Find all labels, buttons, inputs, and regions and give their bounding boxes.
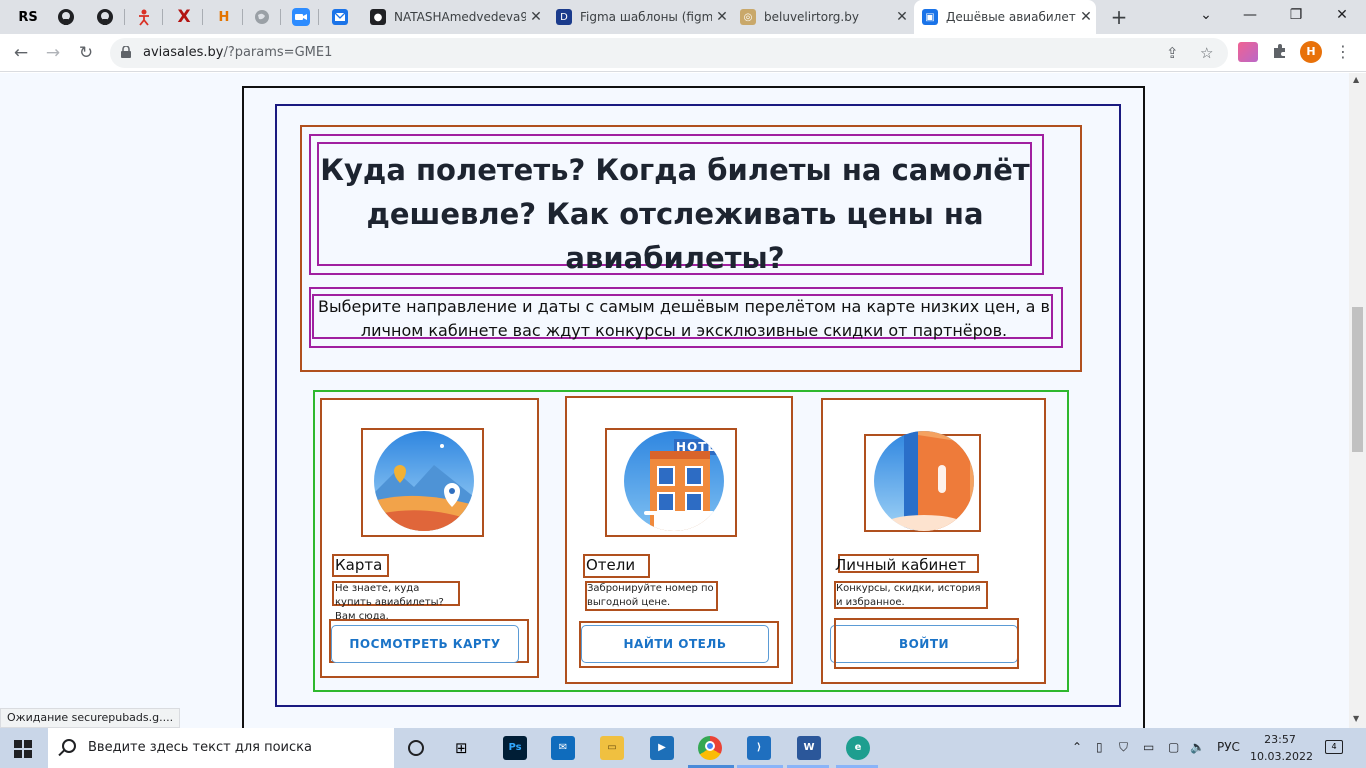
extensions-puzzle-icon[interactable] [1271, 42, 1291, 62]
tray-chevron-icon[interactable]: ⌃ [1072, 740, 1082, 754]
card-desc-account: Конкурсы, скидки, история и избранное. [836, 583, 981, 608]
pinned-tab-rs[interactable]: RS [14, 5, 42, 29]
taskbar: Введите здесь текст для поиска ⊞ Ps ✉ ▭ … [0, 728, 1366, 768]
pinned-tab-mail[interactable] [326, 5, 354, 29]
pinned-tab-x[interactable]: X [170, 5, 198, 29]
jewelry-store-icon: ◎ [740, 9, 756, 25]
tab-strip: RS X H ● NATASHAmedvedeva9 ✕ D Figma шаб… [0, 0, 1366, 34]
tab-aviasales[interactable]: ▣ Дешёвые авиабилет ✕ [914, 0, 1096, 34]
taskbar-search-input[interactable]: Введите здесь текст для поиска [48, 728, 394, 768]
video-camera-icon [292, 8, 310, 26]
cortana-icon[interactable] [408, 740, 424, 756]
media-player-icon[interactable]: ▶ [650, 736, 674, 760]
pinned-tab-figure[interactable] [130, 5, 158, 29]
pinned-tab-globe[interactable] [248, 5, 276, 29]
battery-icon[interactable]: ▭ [1143, 740, 1154, 754]
minimize-icon[interactable]: — [1230, 4, 1270, 26]
card-title-account: Личный кабинет [835, 556, 967, 574]
tab-separator [162, 9, 163, 25]
extension-icon[interactable] [1238, 42, 1258, 62]
mail-app-icon[interactable]: ✉ [551, 736, 575, 760]
lock-icon [121, 46, 131, 58]
tab-separator [202, 9, 203, 25]
scroll-up-icon[interactable]: ▲ [1353, 75, 1359, 84]
card-title-hotels: Отели [586, 556, 636, 574]
word-app-icon[interactable]: W [797, 736, 821, 760]
page-viewport: Куда полететь? Когда билеты на самолёт д… [0, 73, 1366, 728]
restore-icon[interactable]: ❐ [1276, 4, 1316, 26]
hotel-icon: HOTE [624, 431, 724, 531]
tab-search-chevron-icon[interactable]: ⌄ [1186, 4, 1226, 26]
card-desc-hotels: Забронируйте номер по выгодной цене. [587, 583, 714, 608]
close-tab-icon[interactable]: ✕ [1076, 9, 1096, 25]
view-map-button[interactable]: ПОСМОТРЕТЬ КАРТУ [331, 625, 519, 663]
volume-icon[interactable]: 🔈 [1190, 740, 1205, 754]
pinned-tab-github-2[interactable] [91, 5, 119, 29]
scrollbar-thumb[interactable] [1352, 307, 1363, 452]
hotel-sign-text: HOTE [676, 440, 717, 454]
search-icon [62, 739, 76, 753]
page-scrollbar[interactable]: ▲ ▼ [1349, 73, 1366, 728]
tab-separator [242, 9, 243, 25]
find-hotel-button[interactable]: НАЙТИ ОТЕЛЬ [581, 625, 769, 663]
tab-separator [280, 9, 281, 25]
chrome-app-icon[interactable] [698, 736, 722, 760]
person-figure-icon [139, 9, 149, 26]
forward-icon[interactable]: → [40, 40, 66, 66]
bookmark-star-icon[interactable]: ☆ [1200, 44, 1213, 62]
new-tab-button[interactable]: + [1108, 6, 1130, 28]
aviasales-icon: ▣ [922, 9, 938, 25]
edge-app-icon[interactable]: e [846, 736, 870, 760]
figma-templates-icon: D [556, 9, 572, 25]
card-desc-map: Не знаете, куда купить авиабилеты? Вам с… [335, 583, 444, 622]
pinned-tab-zoom[interactable] [287, 5, 315, 29]
tab-beluvelirtorg[interactable]: ◎ beluvelirtorg.by ✕ [732, 0, 912, 34]
defender-shield-icon[interactable]: ⛉ [1119, 740, 1128, 755]
card-title-map: Карта [335, 556, 383, 574]
door-icon [874, 431, 974, 531]
language-indicator[interactable]: РУС [1217, 740, 1240, 754]
share-icon[interactable]: ⇪ [1166, 44, 1179, 62]
tab-separator [318, 9, 319, 25]
pinned-tab-h[interactable]: H [210, 5, 238, 29]
reload-icon[interactable]: ↻ [73, 40, 99, 66]
mail-icon [332, 9, 348, 25]
hero-title: Куда полететь? Когда билеты на самолёт д… [320, 153, 1030, 275]
back-icon[interactable]: ← [8, 40, 34, 66]
tab-figma[interactable]: D Figma шаблоны (figm ✕ [548, 0, 732, 34]
close-tab-icon[interactable]: ✕ [712, 9, 732, 25]
address-bar[interactable]: aviasales.by/?params=GME1 ⇪ ☆ [110, 38, 1228, 68]
globe-icon [255, 10, 269, 24]
profile-avatar[interactable]: H [1300, 41, 1322, 63]
github-icon [97, 9, 113, 25]
browser-toolbar: ← → ↻ aviasales.by/?params=GME1 ⇪ ☆ [0, 34, 1366, 72]
vscode-app-icon[interactable]: ⟩ [747, 736, 771, 760]
photoshop-app-icon[interactable]: Ps [503, 736, 527, 760]
network-icon[interactable]: ▢ [1168, 740, 1179, 754]
close-window-icon[interactable]: ✕ [1322, 4, 1362, 26]
tray-device-icon[interactable]: ▯ [1096, 740, 1103, 754]
close-tab-icon[interactable]: ✕ [526, 9, 546, 25]
button-outline [834, 618, 1019, 669]
task-view-icon[interactable]: ⊞ [455, 739, 468, 757]
status-bar: Ожидание securepubads.g.... [0, 708, 181, 728]
github-icon [58, 9, 74, 25]
close-tab-icon[interactable]: ✕ [892, 9, 912, 25]
file-explorer-icon[interactable]: ▭ [600, 736, 624, 760]
pinned-tab-github[interactable] [52, 5, 80, 29]
github-icon: ● [370, 9, 386, 25]
hero-subtitle: Выберите направление и даты с самым дешё… [318, 297, 1050, 340]
url-text: aviasales.by/?params=GME1 [143, 45, 333, 60]
scroll-down-icon[interactable]: ▼ [1353, 714, 1359, 723]
windows-start-icon[interactable] [14, 740, 32, 758]
map-pin-icon [374, 431, 474, 531]
tab-github-natasha[interactable]: ● NATASHAmedvedeva9 ✕ [362, 0, 546, 34]
notifications-icon[interactable]: 4 [1325, 740, 1343, 754]
system-clock[interactable]: 23:57 10.03.2022 [1250, 731, 1313, 765]
browser-menu-icon[interactable]: ⋮ [1335, 42, 1351, 61]
tab-separator [124, 9, 125, 25]
